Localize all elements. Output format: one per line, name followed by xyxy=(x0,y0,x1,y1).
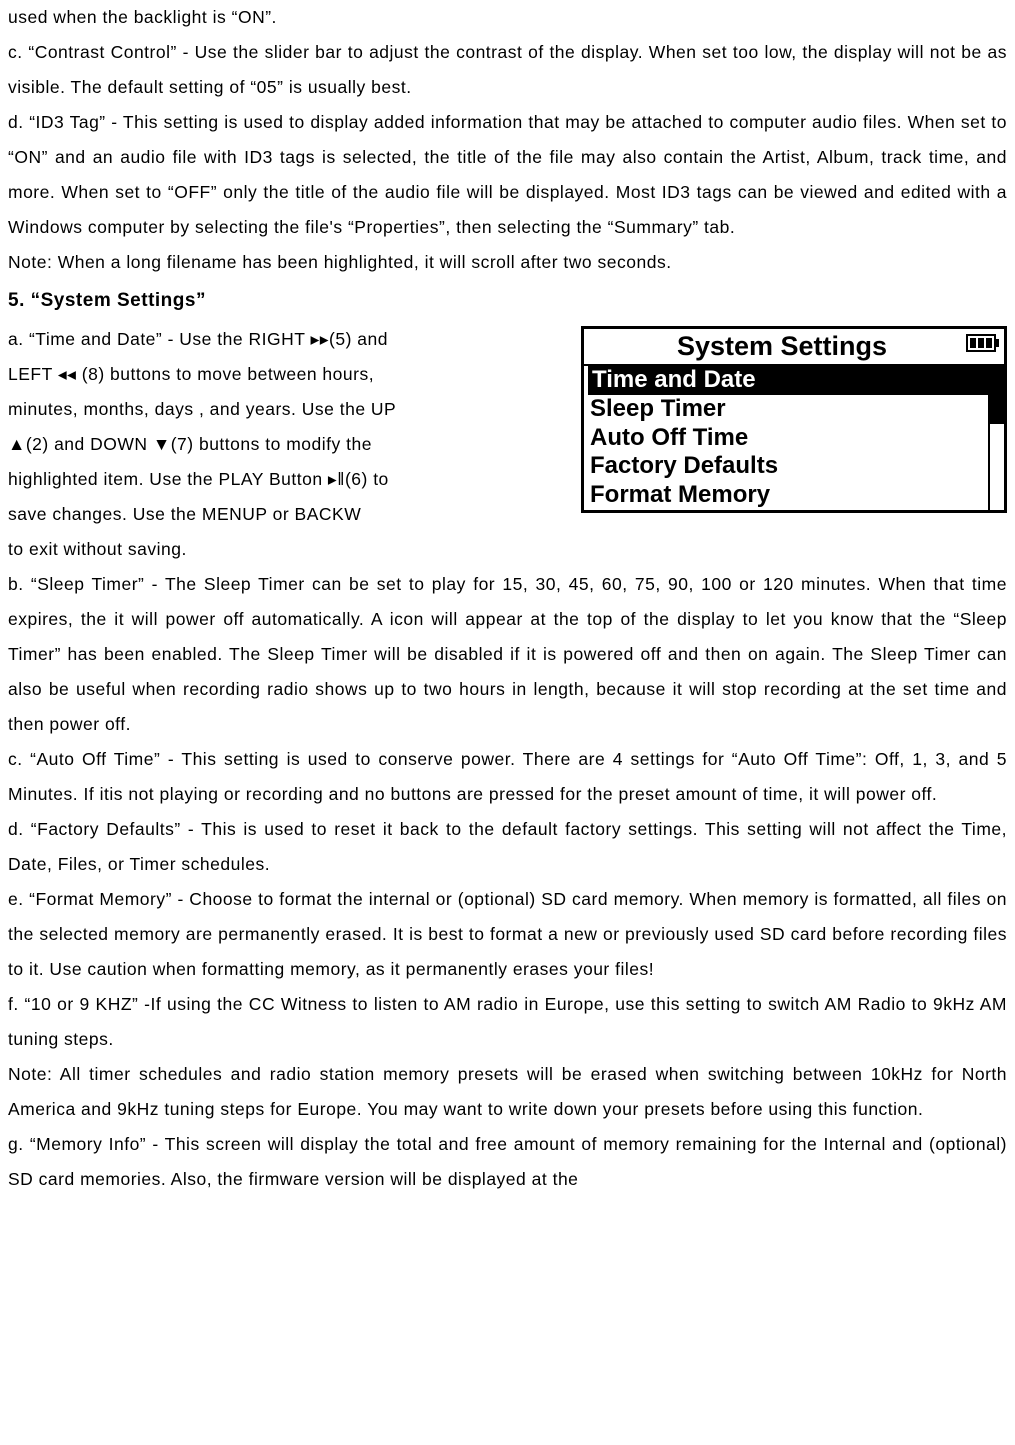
paragraph-contrast: c. “Contrast Control” - Use the slider b… xyxy=(8,35,1007,105)
screen-title-text: System Settings xyxy=(588,330,960,362)
menu-item-auto-off-time[interactable]: Auto Off Time xyxy=(588,424,988,453)
menu-item-time-and-date[interactable]: Time and Date xyxy=(588,366,988,395)
paragraph-10-9-khz: f. “10 or 9 KHZ” -If using the CC Witnes… xyxy=(8,987,1007,1057)
menu-item-list: Time and Date Sleep Timer Auto Off Time … xyxy=(584,366,988,510)
paragraph-sleep-timer: b. “Sleep Timer” - The Sleep Timer can b… xyxy=(8,567,1007,742)
screen-scrollbar[interactable] xyxy=(988,366,1004,510)
paragraph-factory-defaults: d. “Factory Defaults” - This is used to … xyxy=(8,812,1007,882)
menu-item-factory-defaults[interactable]: Factory Defaults xyxy=(588,452,988,481)
heading-system-settings: 5. “System Settings” xyxy=(8,282,1007,320)
paragraph-format-memory: e. “Format Memory” - Choose to format th… xyxy=(8,882,1007,987)
paragraph-auto-off: c. “Auto Off Time” - This setting is use… xyxy=(8,742,1007,812)
paragraph-note-presets: Note: All timer schedules and radio stat… xyxy=(8,1057,1007,1127)
battery-icon xyxy=(966,329,1000,364)
menu-item-format-memory[interactable]: Format Memory xyxy=(588,481,988,510)
paragraph-memory-info: g. “Memory Info” - This screen will disp… xyxy=(8,1127,1007,1197)
paragraph-note-filename: Note: When a long filename has been high… xyxy=(8,245,1007,280)
scroll-thumb xyxy=(990,366,1004,424)
lcd-screen: System Settings Time and Date Sleep Time… xyxy=(581,326,1007,513)
menu-item-sleep-timer[interactable]: Sleep Timer xyxy=(588,395,988,424)
paragraph-backlight: used when the backlight is “ON”. xyxy=(8,0,1007,35)
paragraph-time-date-7: to exit without saving. xyxy=(8,532,1007,567)
screenshot-system-settings: System Settings Time and Date Sleep Time… xyxy=(581,326,1007,513)
paragraph-id3: d. “ID3 Tag” - This setting is used to d… xyxy=(8,105,1007,245)
screen-title-bar: System Settings xyxy=(584,329,1004,364)
screen-menu: Time and Date Sleep Timer Auto Off Time … xyxy=(584,364,1004,510)
